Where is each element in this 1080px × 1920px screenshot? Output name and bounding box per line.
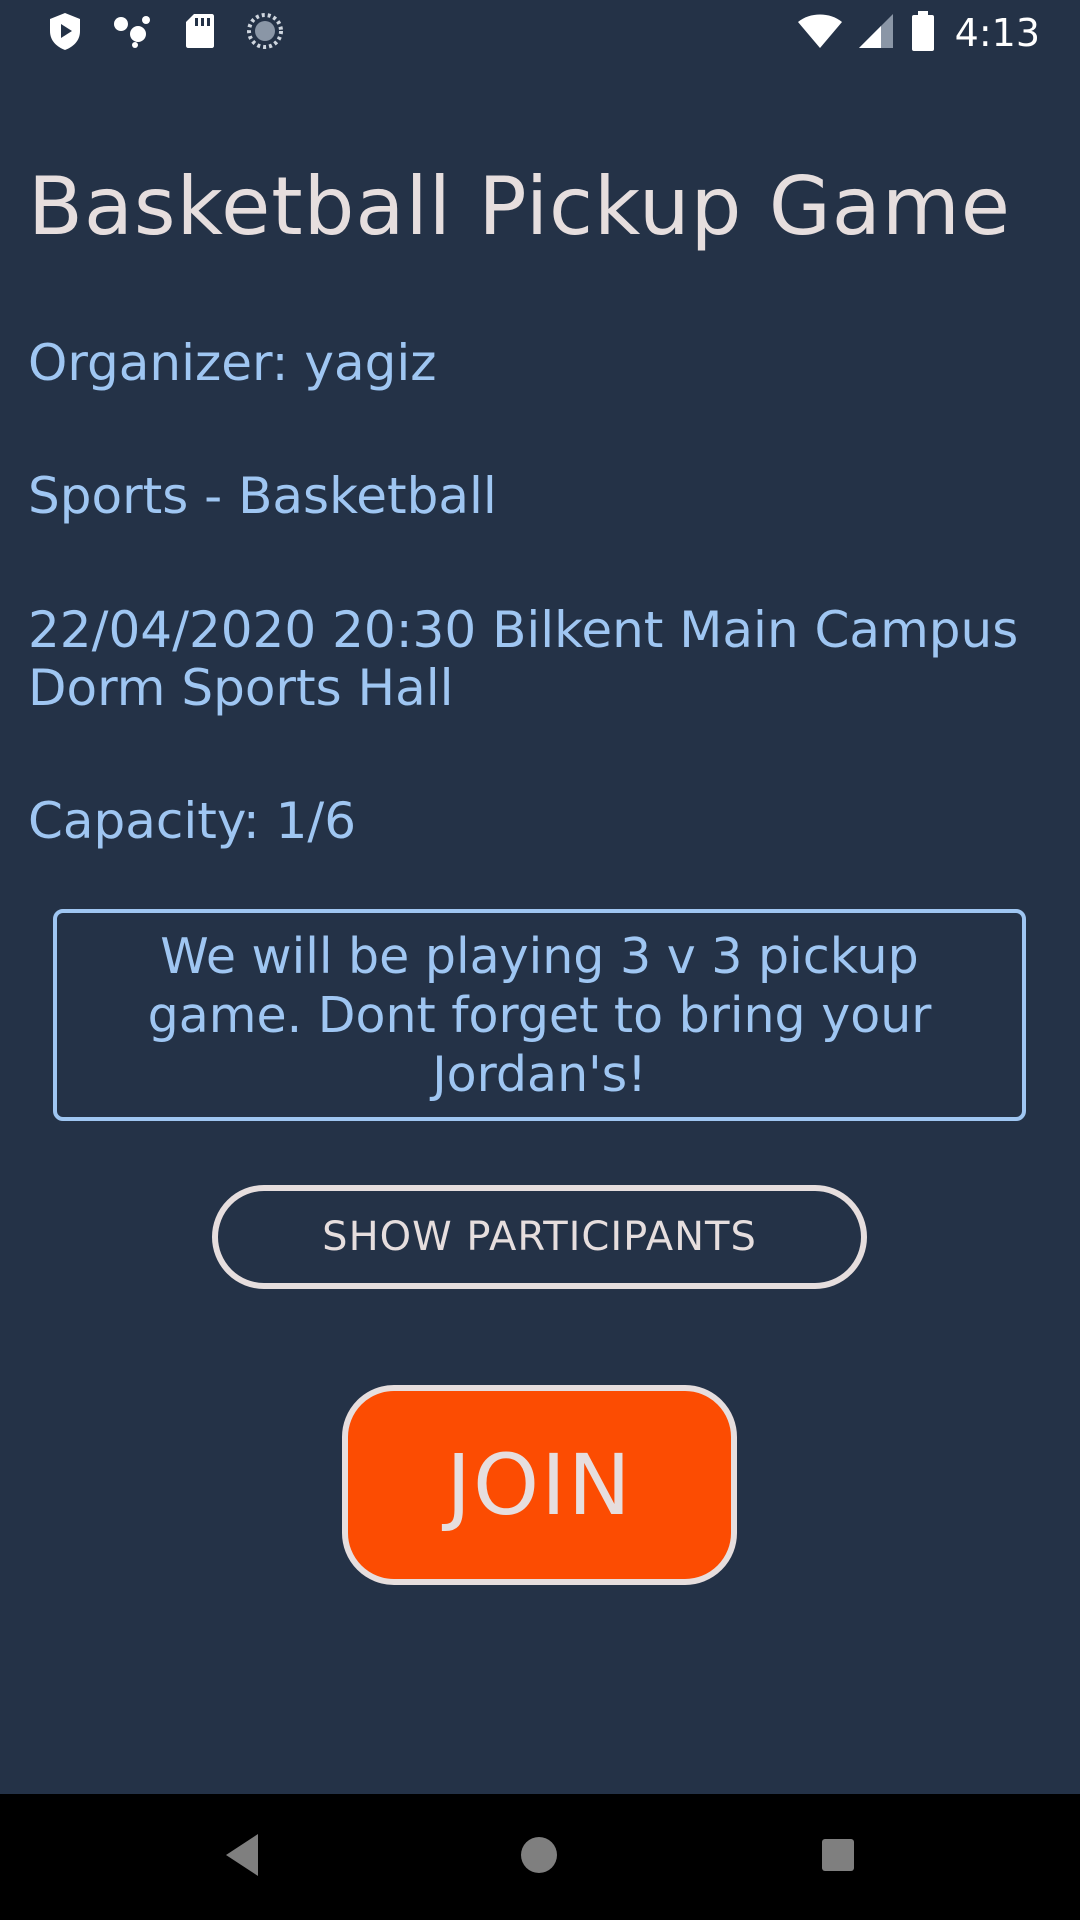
assistant-dots-icon [112,14,154,52]
recents-icon[interactable] [819,1830,857,1884]
home-icon[interactable] [517,1830,561,1884]
event-description-box: We will be playing 3 v 3 pickup game. Do… [53,909,1026,1121]
status-right-icons: 4:13 [781,11,1040,55]
join-button[interactable]: JOIN [342,1385,737,1585]
datetime-line-1: 22/04/2020 20:30 Bilkent Main Campus [28,601,1019,659]
play-protect-icon [48,11,82,55]
wifi-icon [797,12,843,54]
organizer-label: Organizer: yagiz [28,334,437,392]
event-description: We will be playing 3 v 3 pickup game. Do… [147,927,932,1103]
status-time: 4:13 [954,11,1040,55]
status-left-icons [48,11,314,55]
capacity-label: Capacity: 1/6 [28,792,357,850]
datetime-line-2: Dorm Sports Hall [28,659,454,717]
event-title: Basketball Pickup Game [28,160,1011,253]
battery-icon [911,11,935,55]
status-bar: 4:13 [0,0,1080,66]
back-icon[interactable] [222,1830,262,1884]
show-participants-button[interactable]: SHOW PARTICIPANTS [212,1185,867,1289]
sd-card-icon [184,12,216,54]
cellular-signal-icon [858,12,895,54]
sync-loading-icon [246,12,284,54]
category-label: Sports - Basketball [28,467,497,525]
event-datetime-location: 22/04/2020 20:30 Bilkent Main Campus Dor… [28,601,1018,717]
navigation-bar [0,1794,1080,1920]
